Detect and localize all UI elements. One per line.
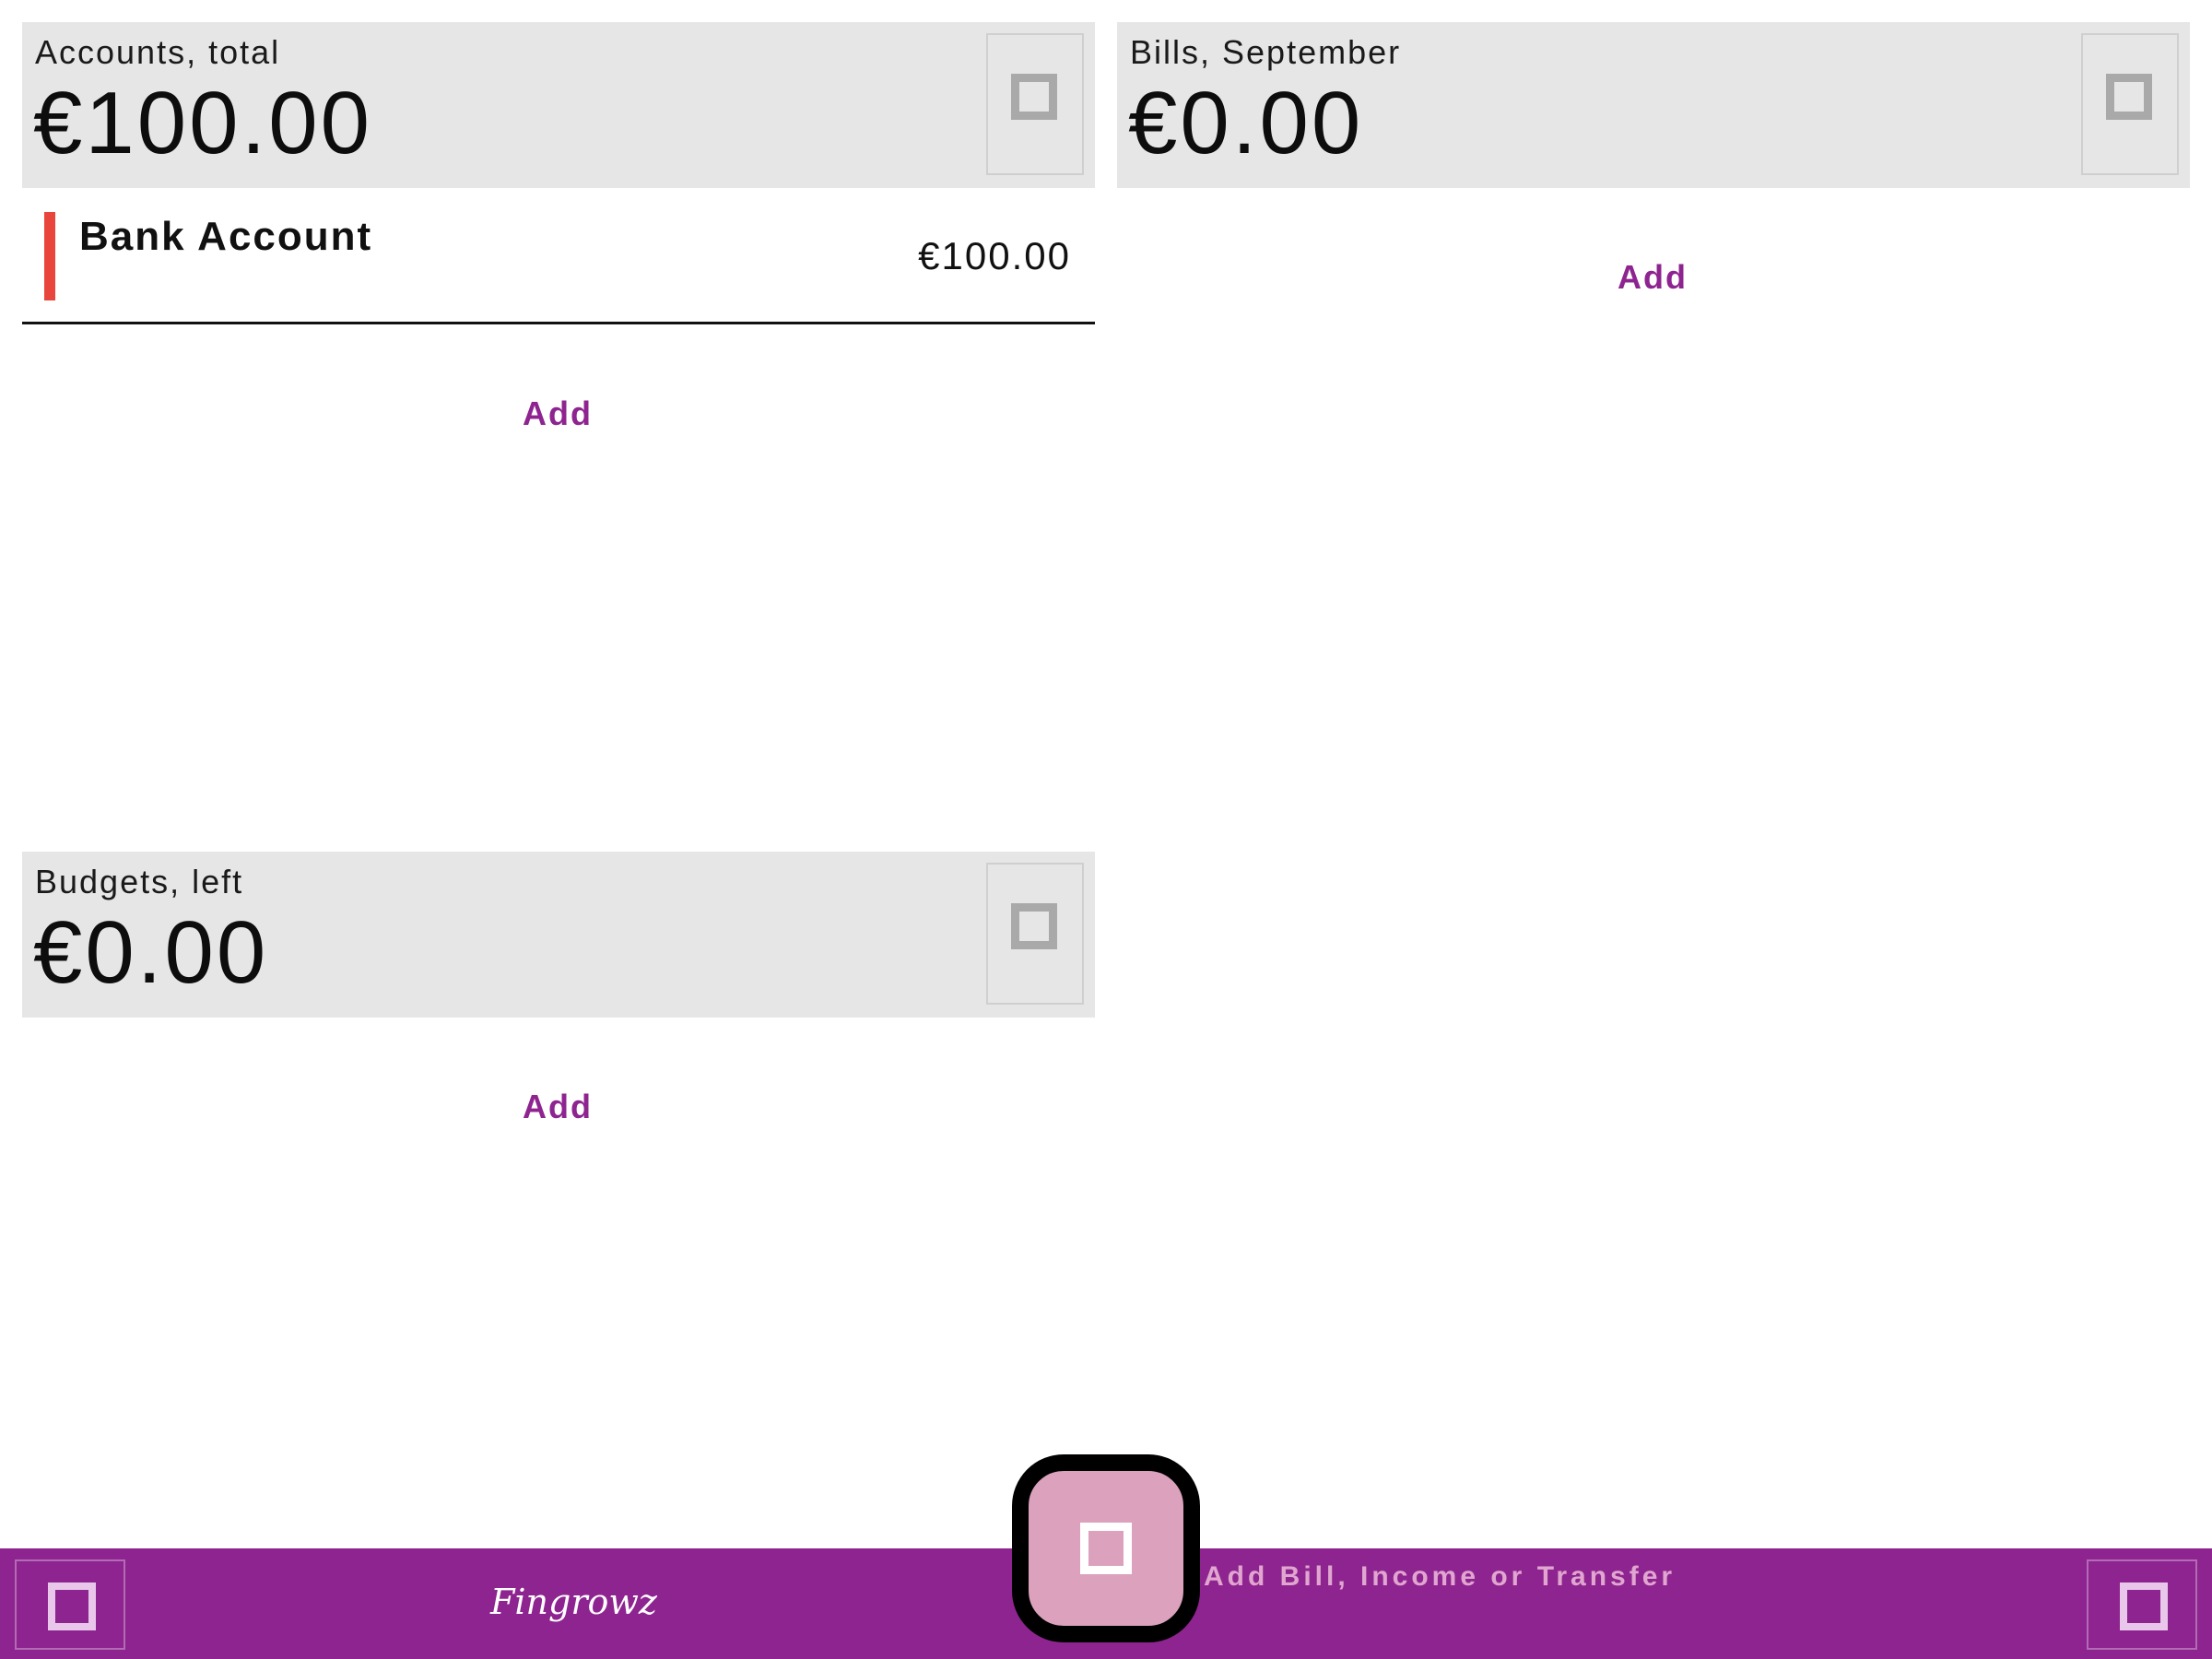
account-color-marker	[44, 212, 55, 300]
add-bill-button[interactable]: Add	[1618, 258, 1688, 297]
account-name: Bank Account	[79, 214, 373, 259]
bills-header: Bills, September €0.00	[1117, 22, 2190, 188]
bills-total-amount: €0.00	[1128, 74, 1364, 172]
bills-title: Bills, September	[1130, 33, 1402, 71]
square-icon	[48, 1583, 96, 1630]
square-icon	[1011, 74, 1057, 120]
account-row[interactable]: Bank Account €100.00	[22, 199, 1095, 324]
square-icon	[2106, 74, 2152, 120]
square-icon	[1011, 903, 1057, 949]
right-menu-button[interactable]	[2087, 1559, 2197, 1650]
square-icon	[2120, 1583, 2168, 1630]
account-balance: €100.00	[918, 234, 1071, 277]
accounts-title: Accounts, total	[35, 33, 281, 71]
left-menu-button[interactable]	[15, 1559, 125, 1650]
budgets-menu-button[interactable]	[986, 863, 1084, 1005]
add-transaction-fab[interactable]	[1012, 1454, 1200, 1642]
accounts-header: Accounts, total €100.00	[22, 22, 1095, 188]
plus-square-icon	[1080, 1523, 1132, 1574]
budgets-left-amount: €0.00	[33, 903, 269, 1002]
add-budget-button[interactable]: Add	[523, 1088, 593, 1126]
add-account-button[interactable]: Add	[523, 394, 593, 433]
budgets-title: Budgets, left	[35, 863, 244, 900]
bills-menu-button[interactable]	[2081, 33, 2179, 175]
fab-label[interactable]: Add Bill, Income or Transfer	[1204, 1561, 1676, 1593]
budgets-header: Budgets, left €0.00	[22, 852, 1095, 1018]
accounts-menu-button[interactable]	[986, 33, 1084, 175]
app-logo: Fingrowz	[490, 1582, 657, 1622]
accounts-total-amount: €100.00	[33, 74, 373, 172]
